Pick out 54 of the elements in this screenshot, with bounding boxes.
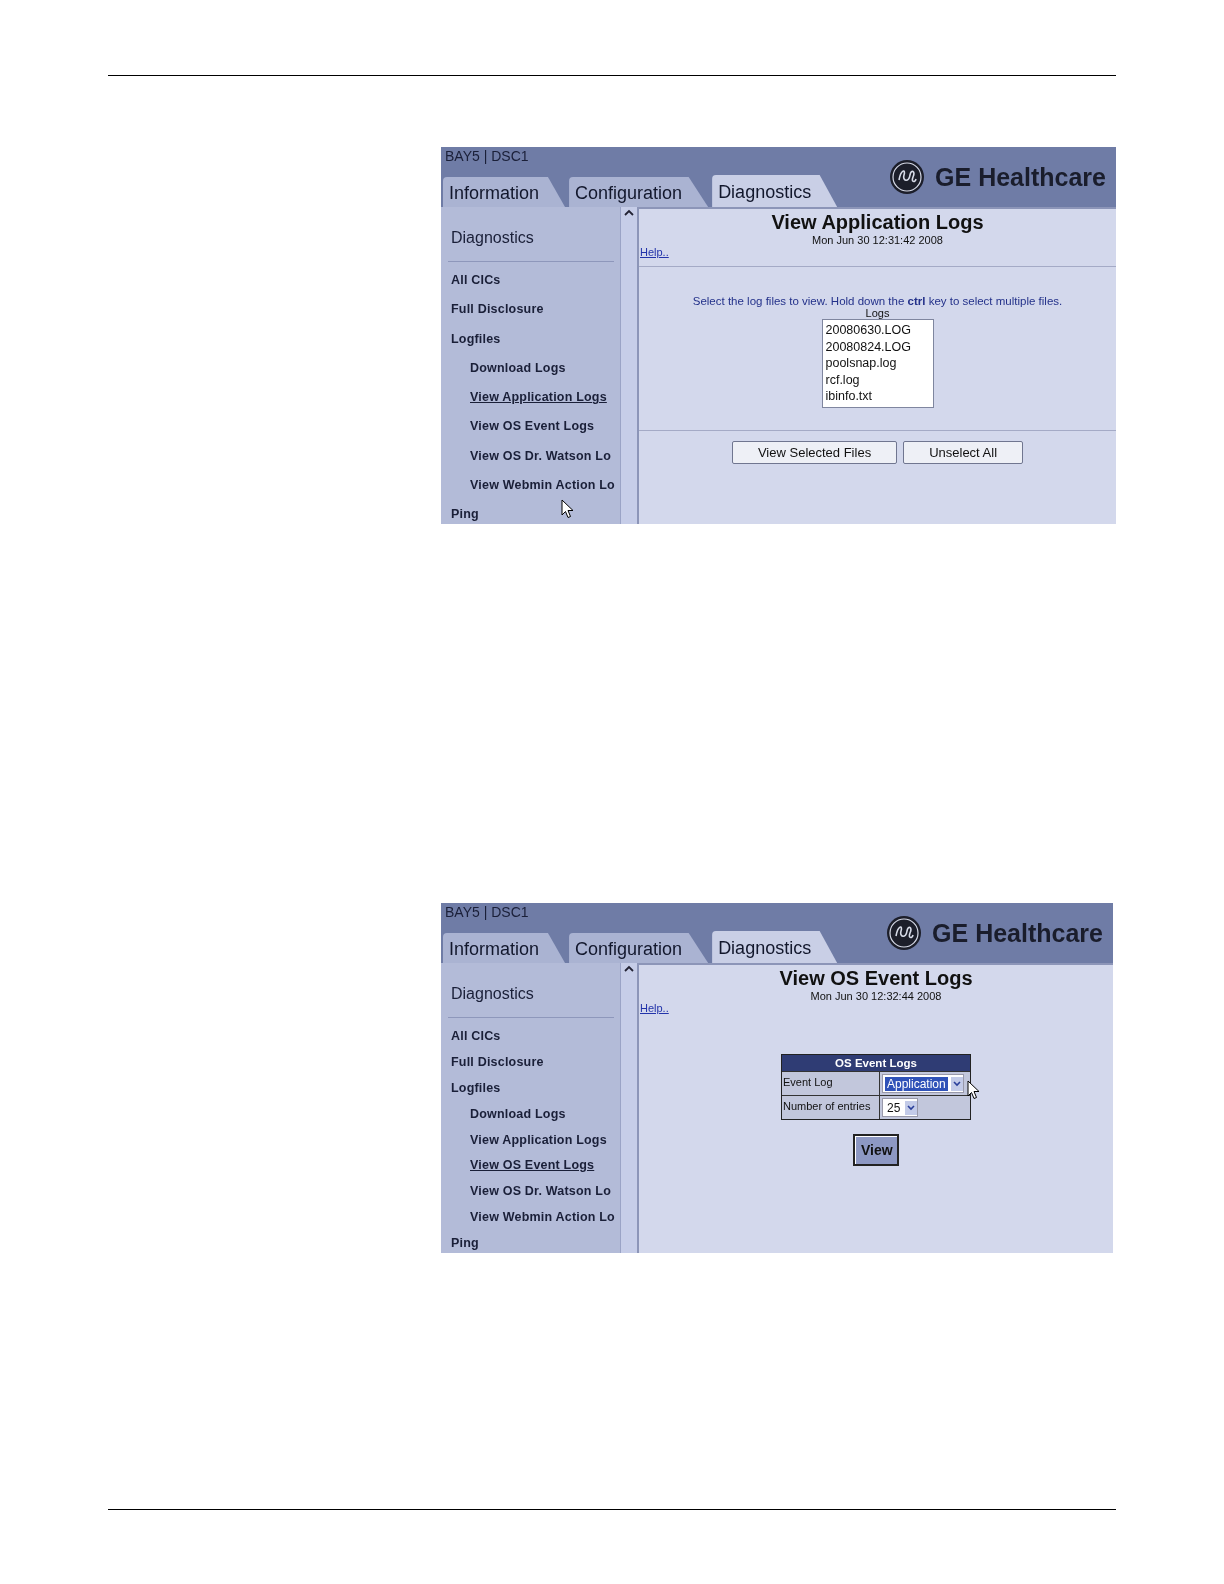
list-item[interactable]: poolsnap.log — [825, 355, 930, 372]
help-link[interactable]: Help.. — [639, 246, 669, 258]
field-label: Event Log — [782, 1072, 880, 1095]
tab[interactable]: Configuration — [569, 933, 709, 963]
dropdown[interactable]: Application — [882, 1074, 964, 1093]
view-button[interactable]: View — [853, 1134, 899, 1166]
dropdown-value: 25 — [886, 1100, 902, 1115]
sidebar-item[interactable]: Full Disclosure — [451, 1053, 620, 1070]
brand-name: GE Healthcare — [935, 162, 1106, 192]
sidebar-item[interactable]: All CICs — [451, 272, 620, 288]
sidebar-item[interactable]: Logfiles — [451, 1079, 620, 1096]
sidebar-item[interactable]: Download Logs — [470, 1105, 620, 1122]
list-item[interactable]: ibinfo.txt — [825, 388, 930, 405]
list-label: Logs — [864, 307, 891, 319]
sidebar-item[interactable]: View Application Logs — [470, 389, 620, 405]
tab[interactable]: Information — [443, 933, 566, 963]
sidebar-item[interactable]: Download Logs — [470, 359, 620, 376]
location-label: BAY5 | DSC1 — [444, 903, 530, 920]
list-item[interactable]: rcf.log — [825, 371, 930, 388]
page-title: View Application Logs — [770, 210, 985, 234]
sidebar-item[interactable]: Ping — [451, 1235, 620, 1251]
list-item[interactable]: 20080824.LOG — [825, 338, 930, 355]
sidebar-item[interactable]: All CICs — [451, 1028, 620, 1044]
sidebar-item[interactable]: Ping — [451, 506, 620, 522]
timestamp: Mon Jun 30 12:31:42 2008 — [811, 234, 944, 246]
log-file-list[interactable]: 20080630.LOG 20080824.LOG poolsnap.log rcf.log ibinfo.txt — [821, 319, 934, 408]
brand-name: GE Healthcare — [932, 918, 1103, 948]
sidebar-item[interactable]: View OS Dr. Watson Lo — [470, 447, 620, 464]
tab[interactable]: Diagnostics — [712, 931, 838, 963]
sidebar-item[interactable]: View Application Logs — [470, 1131, 620, 1148]
sidebar-item[interactable]: Logfiles — [451, 330, 620, 347]
form-title: OS Event Logs — [782, 1055, 970, 1071]
sidebar-item[interactable]: View OS Event Logs — [470, 418, 620, 435]
instruction-text: Select the log files to view. Hold down the ctrl key to select multiple files. — [691, 295, 1064, 307]
sidebar-item[interactable]: View OS Dr. Watson Lo — [470, 1183, 620, 1200]
tab[interactable]: Diagnostics — [712, 175, 838, 207]
tab[interactable]: Configuration — [569, 177, 709, 207]
sidebar-title: Diagnostics — [448, 963, 614, 1018]
action-button[interactable]: View Selected Files — [731, 440, 898, 464]
page-title: View OS Event Logs — [778, 966, 974, 990]
list-item[interactable]: 20080630.LOG — [825, 322, 930, 339]
sidebar-item[interactable]: View Webmin Action Lo — [470, 1209, 620, 1226]
field-label: Number of entries — [782, 1096, 880, 1119]
sidebar-item[interactable]: Full Disclosure — [451, 301, 620, 318]
tab[interactable]: Information — [443, 177, 566, 207]
sidebar-item[interactable]: View OS Event Logs — [470, 1157, 620, 1174]
help-link[interactable]: Help.. — [639, 1002, 669, 1014]
timestamp: Mon Jun 30 12:32:44 2008 — [809, 990, 943, 1002]
action-button[interactable]: Unselect All — [903, 440, 1024, 464]
location-label: BAY5 | DSC1 — [444, 147, 530, 164]
dropdown[interactable]: 25 — [882, 1098, 919, 1117]
sidebar-item[interactable]: View Webmin Action Lo — [470, 476, 620, 493]
sidebar-title: Diagnostics — [448, 207, 614, 262]
dropdown-value: Application — [885, 1076, 948, 1091]
